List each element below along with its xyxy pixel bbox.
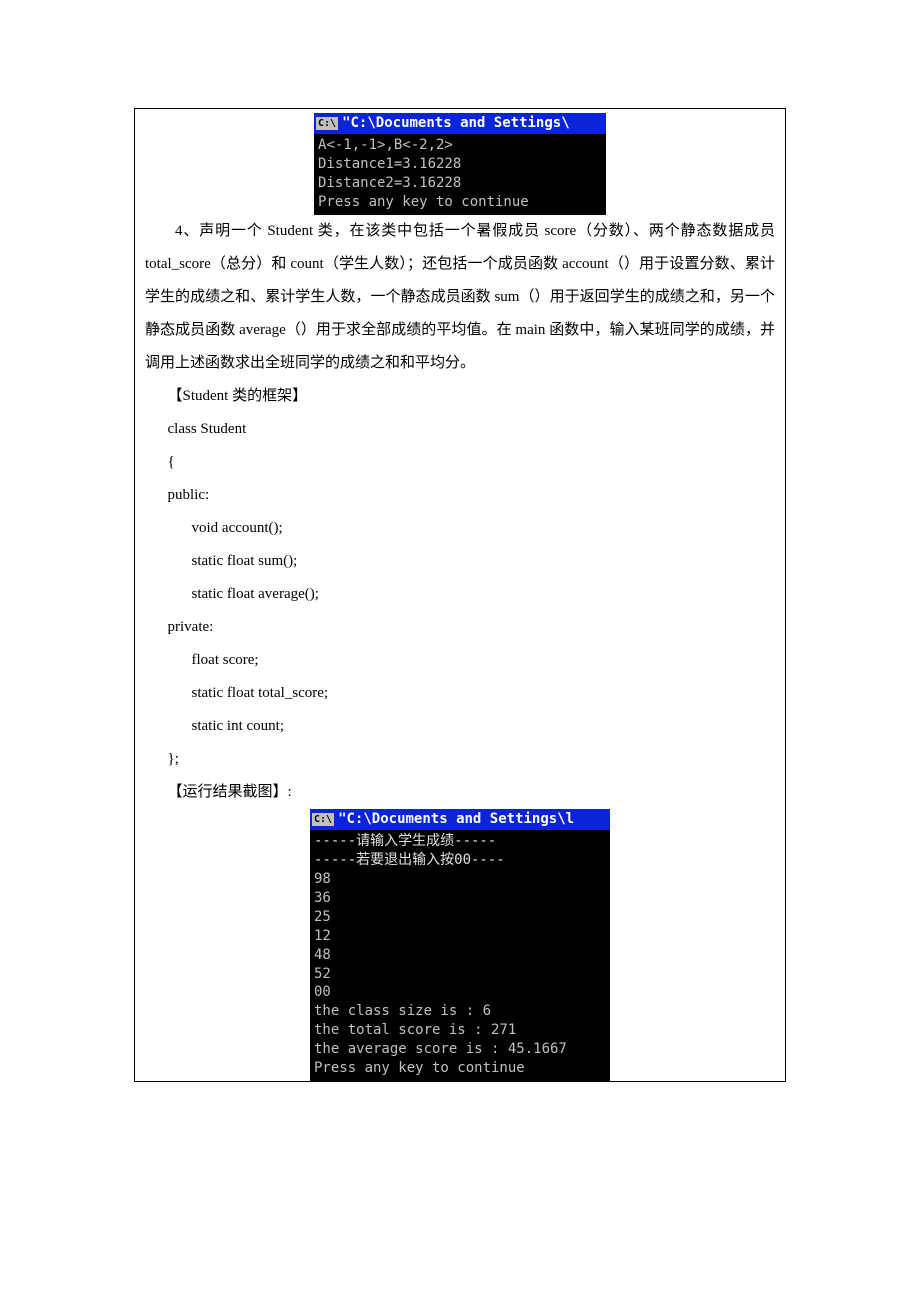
console-screenshot-1: C:\ "C:\Documents and Settings\ A<-1,-1>…: [314, 113, 606, 215]
console2-out-avg: the average score is : 45.1667: [314, 1041, 567, 1057]
code-line: static float sum();: [145, 545, 775, 578]
console2-hint2: -----若要退出输入按00----: [314, 852, 505, 868]
console2-out-total: the total score is : 271: [314, 1022, 516, 1038]
console2-out-size: the class size is : 6: [314, 1003, 491, 1019]
code-line: static int count;: [145, 710, 775, 743]
console2-input: 36: [314, 890, 331, 906]
console1-line: A<-1,-1>,B<-2,2>: [318, 137, 453, 153]
cmd-icon: C:\: [312, 813, 334, 826]
result-heading: 【运行结果截图】:: [145, 776, 775, 809]
code-line: {: [145, 446, 775, 479]
code-line: void account();: [145, 512, 775, 545]
console-screenshot-2: C:\ "C:\Documents and Settings\l -----请输…: [310, 809, 610, 1081]
console2-input: 98: [314, 871, 331, 887]
console2-input: 48: [314, 947, 331, 963]
console1-line: Distance1=3.16228: [318, 156, 461, 172]
console2-input: 00: [314, 984, 331, 1000]
code-line: static float average();: [145, 578, 775, 611]
console2-hint1: -----请输入学生成绩-----: [314, 833, 496, 849]
code-line: class Student: [145, 413, 775, 446]
console2-titlebar: C:\ "C:\Documents and Settings\l: [310, 809, 610, 830]
code-line: private:: [145, 611, 775, 644]
problem4-description: 4、声明一个 Student 类，在该类中包括一个暑假成员 score（分数）、…: [145, 215, 775, 380]
console1-line: Distance2=3.16228: [318, 175, 461, 191]
console1-title-text: "C:\Documents and Settings\: [342, 114, 570, 133]
console1-titlebar: C:\ "C:\Documents and Settings\: [314, 113, 606, 134]
console1-body: A<-1,-1>,B<-2,2> Distance1=3.16228 Dista…: [314, 134, 606, 216]
code-line: public:: [145, 479, 775, 512]
code-line: };: [145, 743, 775, 776]
console2-title-text: "C:\Documents and Settings\l: [338, 810, 574, 829]
code-line: static float total_score;: [145, 677, 775, 710]
document-page: C:\ "C:\Documents and Settings\ A<-1,-1>…: [134, 108, 786, 1082]
cmd-icon: C:\: [316, 117, 338, 130]
framework-heading: 【Student 类的框架】: [145, 380, 775, 413]
console2-out-press: Press any key to continue: [314, 1060, 525, 1076]
console2-input: 25: [314, 909, 331, 925]
console2-input: 52: [314, 966, 331, 982]
code-line: float score;: [145, 644, 775, 677]
console2-body: -----请输入学生成绩----- -----若要退出输入按00---- 98 …: [310, 830, 610, 1082]
console2-input: 12: [314, 928, 331, 944]
console1-line: Press any key to continue: [318, 194, 529, 210]
